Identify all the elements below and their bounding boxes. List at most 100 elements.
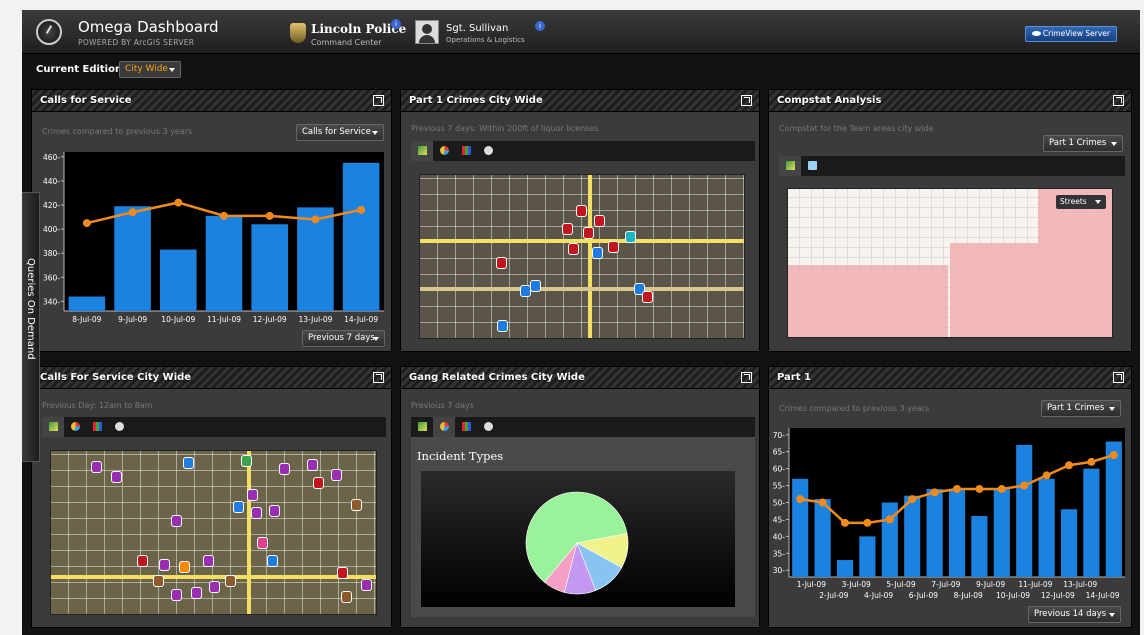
main-road	[420, 239, 744, 243]
x-tick-label: 8-Jul-09	[72, 315, 101, 324]
bar	[859, 536, 876, 577]
call-marker[interactable]	[313, 477, 324, 489]
call-marker[interactable]	[159, 559, 170, 571]
team-area-zone[interactable]	[950, 243, 1112, 337]
user-info-icon[interactable]: i	[535, 21, 545, 31]
edition-select[interactable]: City Wide	[119, 61, 181, 78]
compstat-map[interactable]: Streets	[787, 188, 1113, 338]
crime-marker[interactable]	[642, 291, 653, 303]
team-area-zone[interactable]	[788, 265, 948, 337]
date-range-dropdown[interactable]: Previous 14 days	[1028, 606, 1121, 623]
org-info-icon[interactable]: i	[391, 19, 401, 29]
trend-point	[818, 498, 827, 507]
trend-point	[220, 211, 228, 220]
trend-point	[975, 484, 984, 493]
call-marker[interactable]	[361, 579, 372, 591]
y-tick-label: 50-	[773, 499, 786, 508]
panel-header: Part 1	[769, 367, 1131, 389]
popout-icon[interactable]	[741, 95, 752, 106]
crime-marker[interactable]	[562, 223, 573, 235]
crime-marker[interactable]	[530, 280, 541, 292]
call-marker[interactable]	[247, 489, 258, 501]
chart-type-dropdown[interactable]: Calls for Service	[296, 124, 384, 141]
call-marker[interactable]	[137, 555, 148, 567]
crime-marker[interactable]	[625, 231, 636, 243]
basemap-dropdown[interactable]: Streets	[1056, 195, 1106, 209]
call-marker[interactable]	[269, 505, 280, 517]
call-marker[interactable]	[191, 587, 202, 599]
crimeview-server-button[interactable]: CrimeView Server	[1025, 26, 1117, 42]
crime-marker[interactable]	[497, 320, 508, 332]
call-marker[interactable]	[225, 575, 236, 587]
panel-subtitle: Previous Day: 12am to 8am	[42, 401, 153, 410]
call-marker[interactable]	[331, 469, 342, 481]
call-marker[interactable]	[183, 457, 194, 469]
crime-marker[interactable]	[594, 215, 605, 227]
call-marker[interactable]	[171, 589, 182, 601]
crime-type-dropdown[interactable]: Part 1 Crimes	[1041, 400, 1121, 417]
popout-icon[interactable]	[373, 372, 384, 383]
call-marker[interactable]	[251, 507, 262, 519]
date-range-dropdown[interactable]: Previous 7 days	[302, 330, 385, 347]
call-marker[interactable]	[279, 463, 290, 475]
trend-point	[997, 484, 1006, 493]
call-marker[interactable]	[153, 575, 164, 587]
call-marker[interactable]	[209, 581, 220, 593]
panel-header: Part 1 Crimes City Wide	[401, 90, 759, 112]
call-marker[interactable]	[233, 501, 244, 513]
tab-map[interactable]	[42, 417, 64, 437]
x-tick-label: 12-Jul-09	[1041, 591, 1075, 600]
tab-bar[interactable]	[455, 417, 477, 437]
call-marker[interactable]	[337, 567, 348, 579]
call-marker[interactable]	[111, 471, 122, 483]
tab-info[interactable]	[108, 417, 130, 437]
trend-point	[82, 219, 91, 228]
call-marker[interactable]	[91, 461, 102, 473]
popout-icon[interactable]	[741, 372, 752, 383]
panel-title: Gang Related Crimes City Wide	[409, 372, 585, 383]
popout-icon[interactable]	[1113, 95, 1124, 106]
tab-map[interactable]	[779, 156, 801, 176]
tab-pie[interactable]	[433, 141, 455, 161]
crime-type-dropdown[interactable]: Part 1 Crimes	[1043, 135, 1123, 152]
y-tick-label: 420-	[43, 201, 60, 210]
call-marker[interactable]	[203, 555, 214, 567]
x-tick-label: 8-Jul-09	[954, 591, 983, 600]
crime-marker[interactable]	[592, 247, 603, 259]
crime-marker[interactable]	[568, 243, 579, 255]
tab-map[interactable]	[411, 141, 433, 161]
crime-marker[interactable]	[583, 227, 594, 239]
tab-table[interactable]	[801, 156, 823, 176]
tab-info[interactable]	[477, 141, 499, 161]
crime-marker[interactable]	[576, 205, 587, 217]
trend-point	[796, 495, 805, 504]
call-marker[interactable]	[267, 555, 278, 567]
tab-info[interactable]	[477, 417, 499, 437]
call-marker[interactable]	[171, 515, 182, 527]
calls-map[interactable]	[50, 450, 377, 615]
tab-bar[interactable]	[455, 141, 477, 161]
call-marker[interactable]	[179, 561, 190, 573]
bar	[993, 488, 1010, 577]
popout-icon[interactable]	[373, 95, 384, 106]
popout-icon[interactable]	[1113, 372, 1124, 383]
tab-pie[interactable]	[64, 417, 86, 437]
call-marker[interactable]	[257, 537, 268, 549]
call-marker[interactable]	[341, 591, 352, 603]
crime-map[interactable]	[419, 174, 745, 339]
crime-marker[interactable]	[496, 257, 507, 269]
call-marker[interactable]	[307, 459, 318, 471]
x-tick-label: 14-Jul-09	[1086, 591, 1120, 600]
y-tick-label: 440-	[43, 177, 60, 186]
x-tick-label: 4-Jul-09	[864, 591, 893, 600]
tab-pie[interactable]	[433, 417, 455, 437]
chevron-down-icon	[372, 131, 378, 135]
call-marker[interactable]	[351, 499, 362, 511]
crime-marker[interactable]	[608, 241, 619, 253]
queries-on-demand-tab[interactable]: Queries On Demand	[22, 192, 40, 462]
panel-title: Part 1	[777, 372, 811, 383]
user-name[interactable]: Sgt. Sullivan	[446, 23, 508, 34]
tab-bar[interactable]	[86, 417, 108, 437]
tab-map[interactable]	[411, 417, 433, 437]
call-marker[interactable]	[241, 455, 252, 467]
